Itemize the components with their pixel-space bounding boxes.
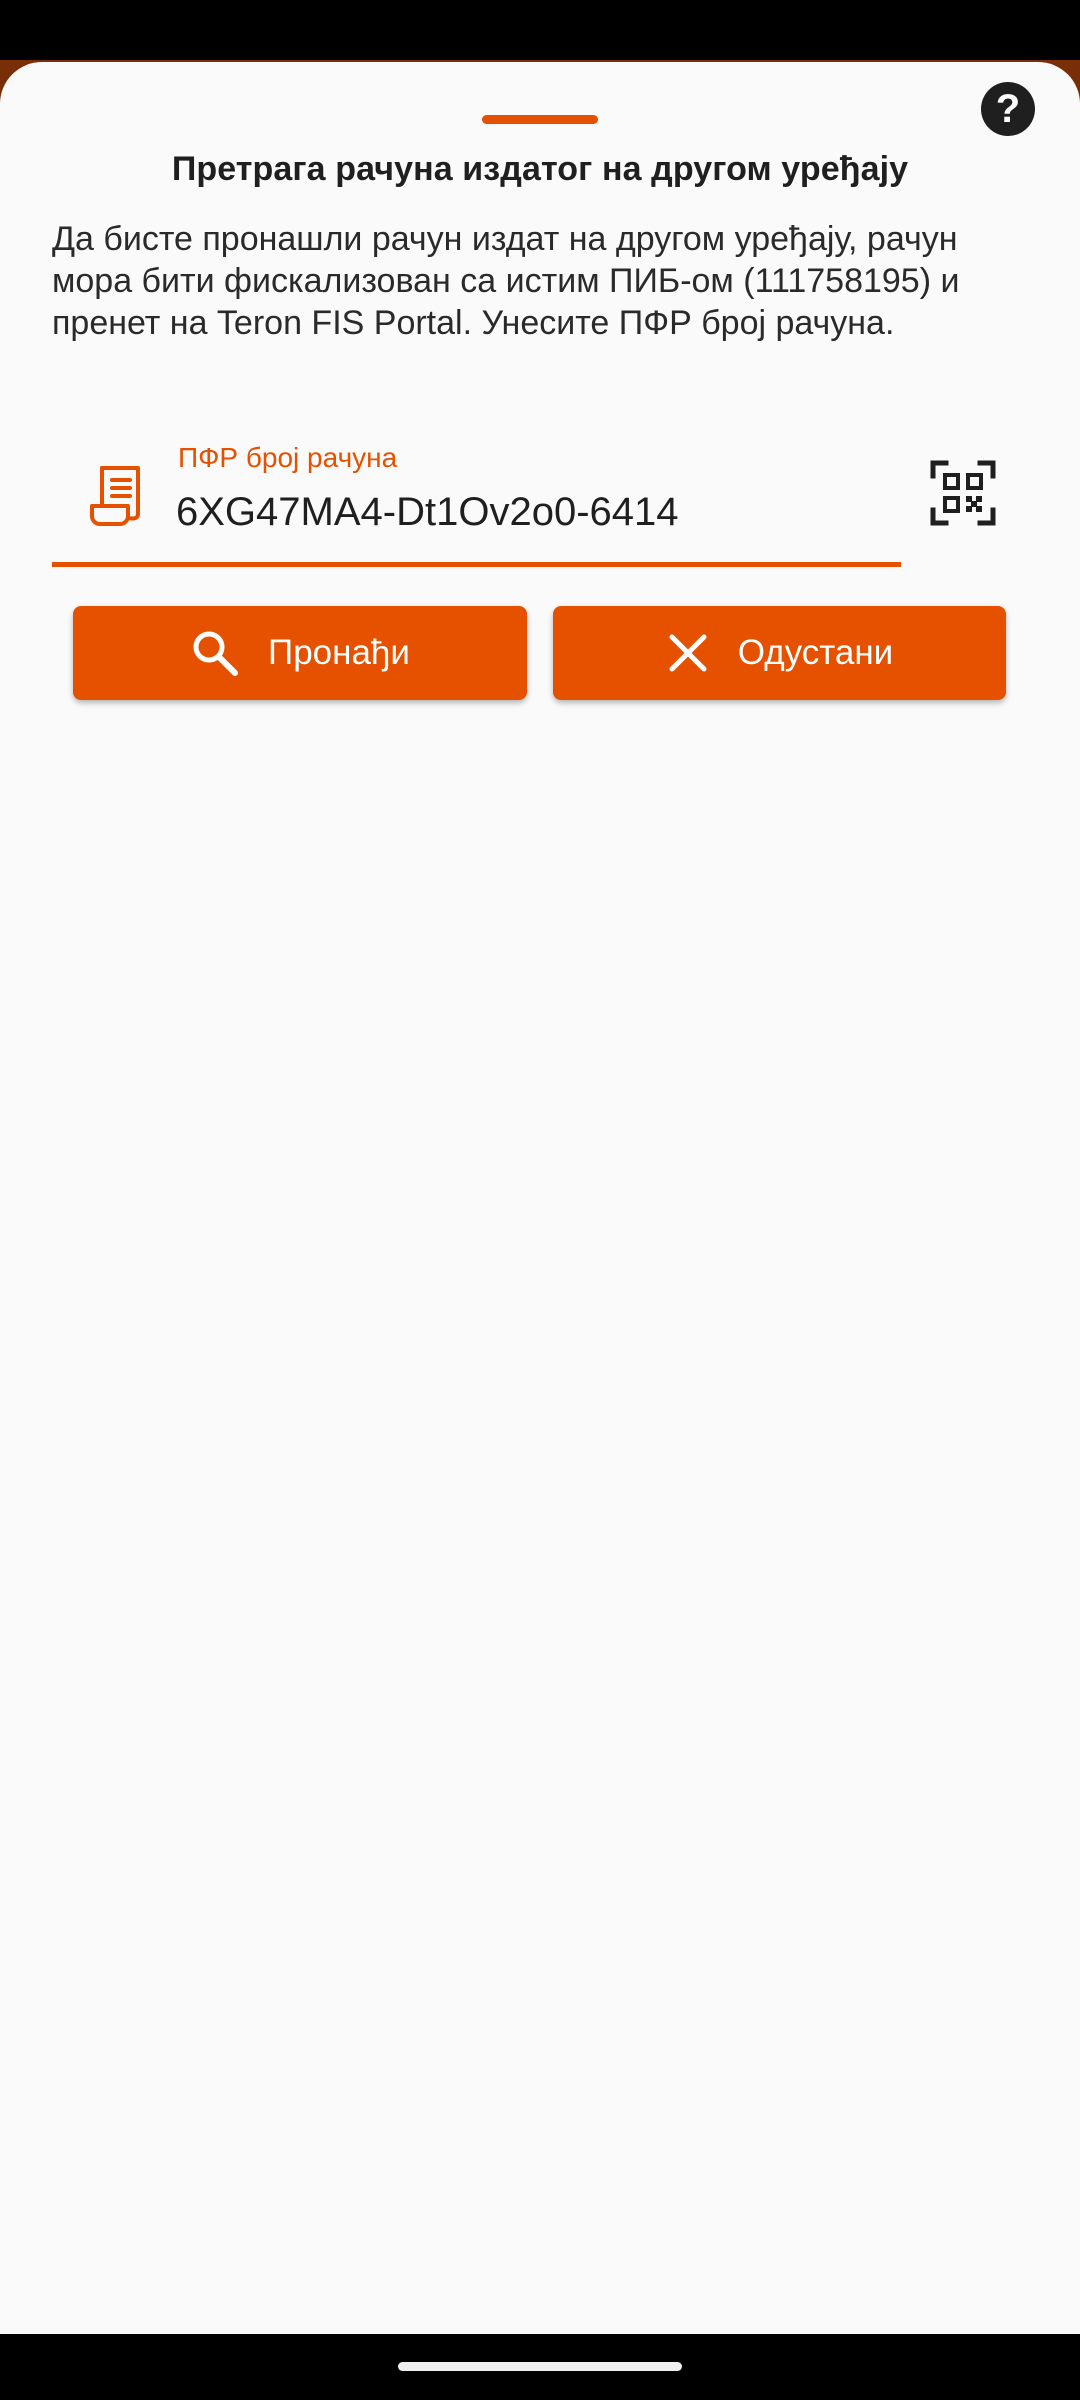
find-button[interactable]: Пронађи: [73, 606, 527, 700]
home-gesture-handle[interactable]: [398, 2362, 682, 2371]
dialog-title: Претрага рачуна издатог на другом уређај…: [171, 150, 909, 188]
help-icon[interactable]: ?: [981, 82, 1035, 136]
drag-handle[interactable]: [482, 115, 598, 124]
invoice-number-input[interactable]: [176, 482, 876, 542]
dialog-description: Да бисте пронашли рачун издат на другом …: [52, 220, 960, 342]
invoice-number-label: ПФР број рачуна: [178, 442, 398, 473]
qr-code-scan-icon[interactable]: [930, 460, 996, 526]
bottom-sheet: ? Претрага рачуна издатог на другом уређ…: [0, 62, 1080, 2334]
cancel-button-label: Одустани: [737, 633, 894, 672]
search-icon: [193, 631, 239, 676]
status-bar: [0, 0, 1080, 62]
receipt-icon: [90, 466, 140, 526]
close-icon: [669, 634, 707, 672]
find-button-label: Пронађи: [268, 633, 410, 672]
cancel-button[interactable]: Одустани: [553, 606, 1006, 700]
input-underline: [52, 562, 901, 567]
